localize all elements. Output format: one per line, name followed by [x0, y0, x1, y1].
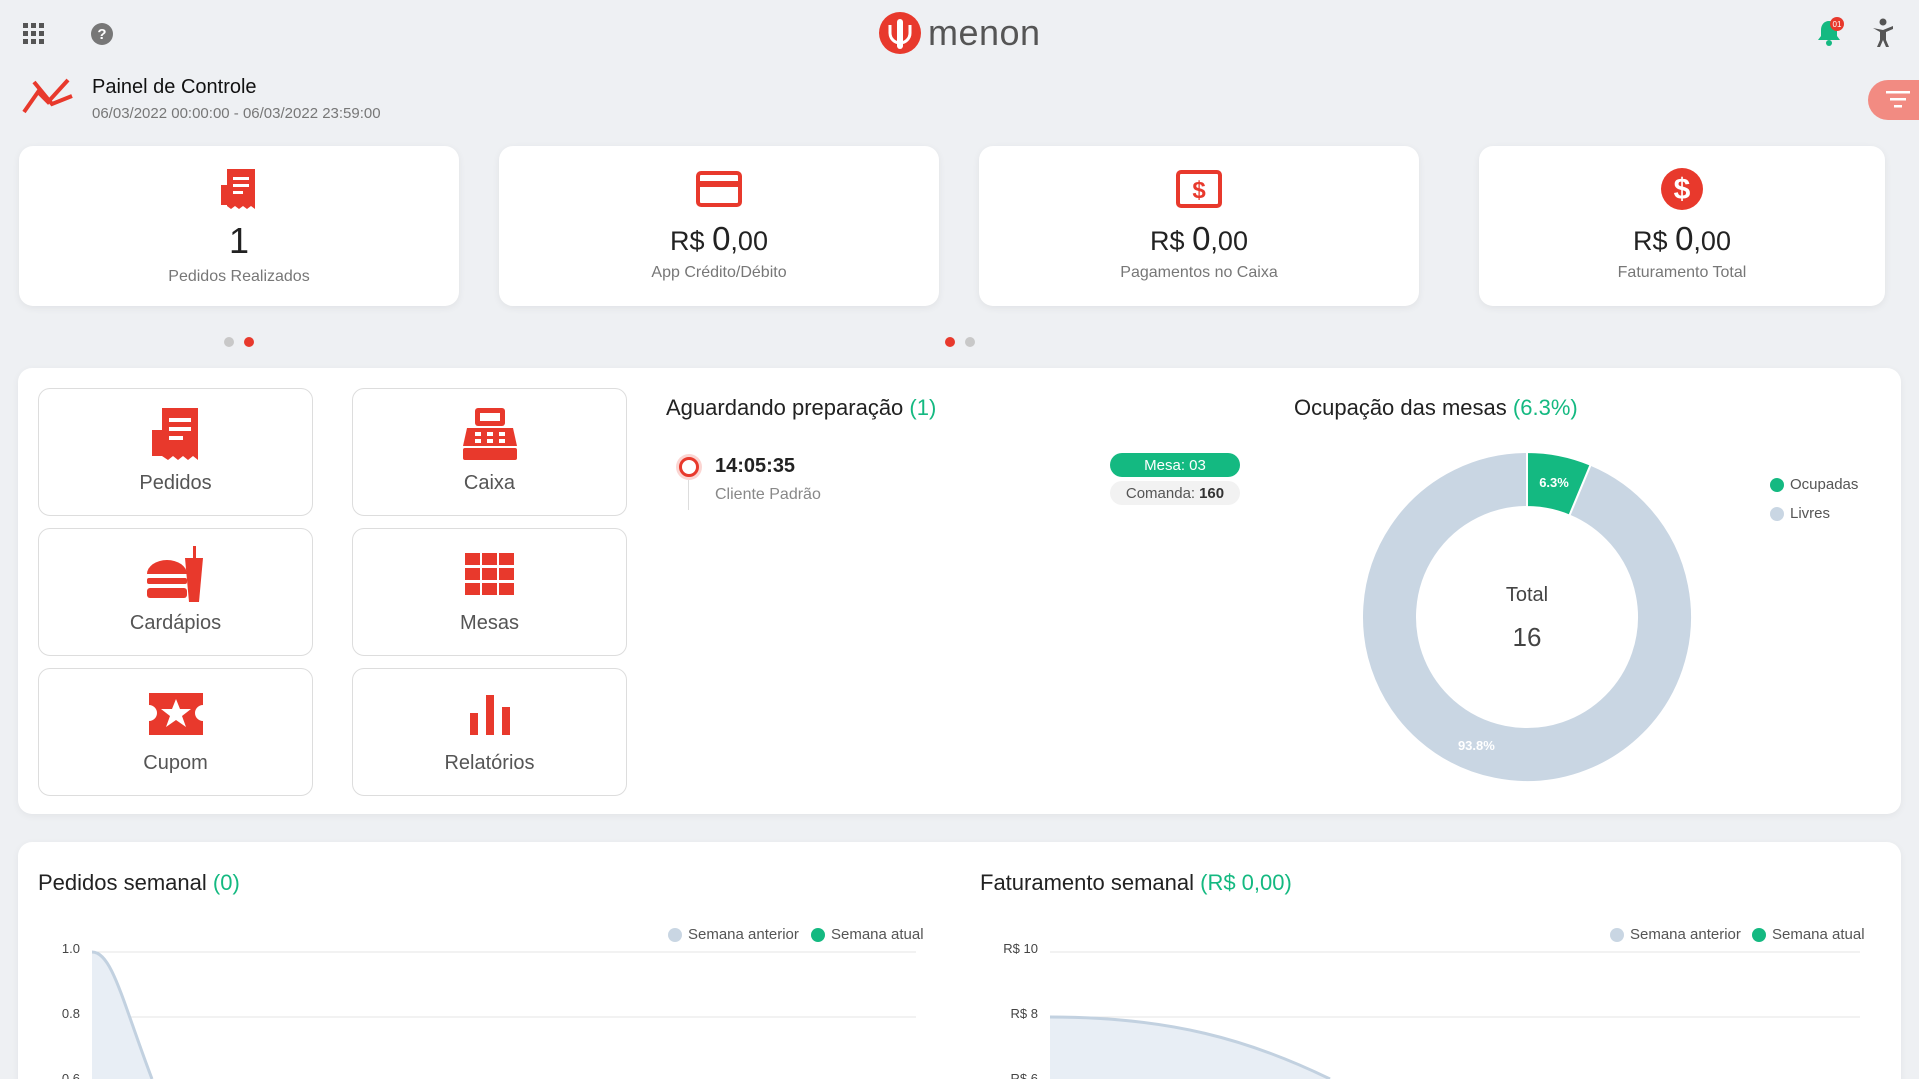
slice-label-free: 93.8%: [1458, 738, 1495, 753]
waiting-title: Aguardando preparação (1): [666, 395, 937, 420]
legend-ocupadas[interactable]: Ocupadas: [1770, 476, 1858, 493]
cashier-payments-value: R$ 0,00: [1150, 220, 1248, 257]
accessibility-icon[interactable]: [1866, 16, 1900, 50]
top-bar: ? menon 01: [0, 0, 1919, 64]
order-client: Cliente Padrão: [715, 486, 821, 503]
page-header: Painel de Controle 06/03/2022 00:00:00 -…: [22, 74, 381, 122]
stat-label: Pagamentos no Caixa: [1120, 264, 1278, 281]
weekly-revenue-title: Faturamento semanal (R$ 0,00): [980, 870, 1292, 895]
timeline-line: [688, 480, 689, 510]
tile-label: Mesas: [460, 612, 519, 634]
carousel-dot-active[interactable]: [244, 337, 254, 347]
weekly-revenue-value: (R$ 0,00): [1200, 870, 1292, 895]
coupon-star-icon: [147, 682, 205, 746]
page-title: Painel de Controle: [92, 76, 257, 98]
y-tick-label: R$ 8: [1010, 1006, 1038, 1021]
order-time[interactable]: 14:05:35: [715, 455, 795, 478]
y-tick-label: 1.0: [61, 941, 80, 956]
previous-week-area: [92, 952, 152, 1079]
tile-label: Pedidos: [139, 472, 212, 494]
stat-card-cashier-payments: $ R$ 0,00 Pagamentos no Caixa: [979, 146, 1419, 306]
stat-label: App Crédito/Débito: [651, 264, 787, 281]
legend-livres[interactable]: Livres: [1770, 505, 1830, 522]
tile-relatorios[interactable]: Relatórios: [352, 668, 627, 796]
tables-grid-icon: [464, 542, 515, 606]
date-range: 06/03/2022 00:00:00 - 06/03/2022 23:59:0…: [92, 105, 381, 122]
notification-bell-icon[interactable]: 01: [1812, 16, 1846, 50]
timeline-dot: [679, 457, 699, 477]
slice-label-occupied: 6.3%: [1539, 475, 1569, 490]
weekly-revenue-chart: [1050, 951, 1860, 1079]
receipt-icon: [150, 402, 202, 466]
tile-label: Relatórios: [444, 752, 535, 774]
stat-card-app-payments: R$ 0,00 App Crédito/Débito: [499, 146, 939, 306]
logo-mark-icon: [879, 12, 921, 54]
trend-chart-icon: [22, 78, 73, 114]
legend-swatch: [1770, 477, 1784, 492]
orders-count: 1: [228, 220, 250, 261]
app-payments-value: R$ 0,00: [670, 220, 768, 257]
svg-text:$: $: [1674, 173, 1691, 206]
total-revenue-value: R$ 0,00: [1633, 220, 1731, 257]
tile-caixa[interactable]: Caixa: [352, 388, 627, 516]
notification-count: 01: [1833, 20, 1842, 29]
donut-total-label: Total: [1506, 584, 1548, 606]
filter-icon: [1886, 91, 1910, 108]
svg-text:?: ?: [97, 26, 106, 43]
mesa-badge: Mesa: 03: [1110, 453, 1240, 477]
tile-cardapios[interactable]: Cardápios: [38, 528, 313, 656]
dollar-circle-icon: $: [1660, 166, 1704, 212]
weekly-orders-value: (0): [212, 870, 240, 895]
occupancy-donut-chart: 6.3% 93.8% Total 16: [1362, 452, 1692, 782]
y-tick-label: R$ 6: [1010, 1071, 1038, 1079]
weekly-orders-chart: [92, 950, 916, 1079]
tile-mesas[interactable]: Mesas: [352, 528, 627, 656]
stat-label: Pedidos Realizados: [168, 268, 310, 285]
logo-text: menon: [928, 12, 1041, 53]
stat-card-total-revenue: $ R$ 0,00 Faturamento Total: [1479, 146, 1885, 306]
y-tick-label: 0.6: [61, 1071, 80, 1079]
tile-label: Cardápios: [129, 612, 222, 634]
bar-chart-icon: [468, 682, 512, 746]
y-tick-label: R$ 10: [1003, 941, 1038, 956]
legend-swatch: [1770, 506, 1784, 521]
tile-cupom[interactable]: Cupom: [38, 668, 313, 796]
y-tick-label: 0.8: [61, 1006, 80, 1021]
burger-drink-icon: [145, 542, 207, 606]
weekly-orders-title: Pedidos semanal (0): [38, 870, 240, 895]
svg-text:$: $: [1192, 177, 1206, 204]
menon-logo: menon: [878, 10, 1041, 56]
previous-week-area: [1050, 1017, 1330, 1079]
comanda-badge: Comanda: 160: [1110, 481, 1240, 505]
tile-label: Cupom: [143, 752, 208, 774]
occupancy-percent: (6.3%): [1512, 395, 1578, 420]
apps-grid-icon[interactable]: [20, 20, 48, 48]
occupancy-title: Ocupação das mesas (6.3%): [1294, 395, 1578, 420]
waiting-count: (1): [909, 395, 937, 420]
credit-card-icon: [696, 166, 742, 212]
stat-label: Faturamento Total: [1617, 264, 1747, 281]
carousel-dot[interactable]: [965, 337, 975, 347]
receipt-icon: [219, 166, 259, 212]
filter-button[interactable]: [1868, 80, 1919, 120]
tile-label: Caixa: [463, 472, 516, 494]
donut-total-value: 16: [1513, 622, 1542, 652]
stat-card-orders: 1 Pedidos Realizados: [19, 146, 459, 306]
carousel-dot-active[interactable]: [945, 337, 955, 347]
carousel-dot[interactable]: [224, 337, 234, 347]
tile-pedidos[interactable]: Pedidos: [38, 388, 313, 516]
carousel-dots-right: [945, 337, 975, 347]
cash-register-icon: $: [1176, 166, 1222, 212]
help-icon[interactable]: ?: [88, 20, 116, 48]
cash-register-icon: [461, 402, 519, 466]
carousel-dots-left: [224, 337, 254, 347]
